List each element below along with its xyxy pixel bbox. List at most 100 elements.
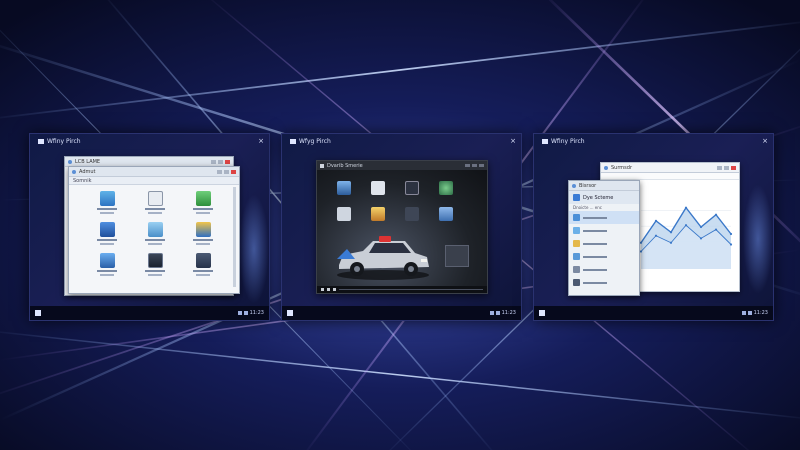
window-titlebar[interactable]: Dvarib Smerie: [317, 161, 487, 170]
media-grid: [337, 181, 453, 221]
desktop-icon: [290, 139, 296, 144]
network-icon[interactable]: [489, 311, 494, 315]
next-icon[interactable]: [333, 288, 336, 291]
start-icon[interactable]: [35, 310, 41, 316]
file-item[interactable]: [85, 191, 129, 214]
maximize-icon[interactable]: [224, 169, 229, 174]
doc-blue-icon[interactable]: [439, 207, 453, 221]
window-controls: [717, 165, 736, 170]
app-icon: [604, 165, 608, 170]
side-panel-window[interactable]: Bisrsor Dye Scteme Dnoicte ... enc: [568, 180, 640, 296]
film-icon[interactable]: [405, 181, 419, 195]
list-item[interactable]: [569, 211, 639, 224]
media-controls: [317, 286, 487, 293]
display-icon: [147, 253, 163, 268]
desktop-1-title: Wfiny Pirch: [38, 138, 81, 145]
media-window[interactable]: Dvarib Smerie: [316, 160, 488, 294]
minimize-icon[interactable]: [217, 169, 222, 174]
globe-icon[interactable]: [439, 181, 453, 195]
system-tray: 11:23: [237, 310, 264, 316]
maximize-icon[interactable]: [724, 165, 729, 170]
close-icon[interactable]: ×: [258, 137, 264, 145]
file-item[interactable]: [85, 253, 129, 276]
file-item[interactable]: [181, 253, 225, 276]
file-item[interactable]: [181, 222, 225, 245]
media-file-icon[interactable]: [405, 207, 419, 221]
minimize-icon[interactable]: [211, 159, 216, 164]
toolbar: Somnik: [69, 177, 239, 185]
start-icon[interactable]: [287, 310, 293, 316]
window-titlebar[interactable]: Admut: [69, 167, 239, 177]
media-thumbnail[interactable]: [445, 245, 469, 267]
explorer-window-front[interactable]: Admut Somnik: [68, 166, 240, 294]
network-icon[interactable]: [741, 311, 746, 315]
file-item[interactable]: [181, 191, 225, 214]
window-titlebar[interactable]: Surmsdr: [601, 163, 739, 173]
taskbar: 11:23: [534, 306, 773, 320]
close-icon[interactable]: [479, 164, 484, 167]
monitor-icon: [573, 253, 580, 260]
network-icon[interactable]: [237, 311, 242, 315]
photo-icon[interactable]: [371, 207, 385, 221]
close-icon[interactable]: ×: [762, 137, 768, 145]
minimize-icon[interactable]: [465, 164, 470, 167]
chart-point: [654, 234, 658, 237]
list-item[interactable]: [569, 237, 639, 250]
close-icon[interactable]: [225, 159, 230, 164]
notes-icon[interactable]: [337, 207, 351, 221]
network-icon: [573, 227, 580, 234]
desktop-thumbnail-3[interactable]: Wfiny Pirch × Surmsdr Bisrsor Dye Scteme…: [533, 133, 774, 321]
file-grid: [85, 191, 225, 276]
volume-icon[interactable]: [747, 311, 752, 315]
chart-point: [714, 228, 718, 231]
app-icon: [68, 159, 72, 164]
list-item[interactable]: [569, 224, 639, 237]
taskbar: 11:23: [282, 306, 521, 320]
window-controls: [217, 169, 236, 174]
tray-clock[interactable]: 11:23: [502, 310, 516, 316]
document-icon[interactable]: [371, 181, 385, 195]
start-icon[interactable]: [539, 310, 545, 316]
file-item[interactable]: [133, 253, 177, 276]
volume-icon[interactable]: [243, 311, 248, 315]
close-icon[interactable]: [731, 165, 736, 170]
user-icon: [573, 194, 580, 201]
close-icon[interactable]: [231, 169, 236, 174]
app-icon: [320, 163, 324, 168]
landscape-icon[interactable]: [337, 181, 351, 195]
settings-file-icon: [147, 222, 163, 237]
window-titlebar[interactable]: Bisrsor: [569, 181, 639, 191]
maximize-icon[interactable]: [218, 159, 223, 164]
chart-point: [714, 213, 718, 216]
desktop-2-title: Wfyg Pirch: [290, 138, 331, 145]
list-item[interactable]: [569, 276, 639, 289]
chart-point: [684, 224, 688, 227]
address-bar[interactable]: [601, 173, 739, 180]
tray-clock[interactable]: 11:23: [754, 310, 768, 316]
file-item[interactable]: [133, 222, 177, 245]
tray-clock[interactable]: 11:23: [250, 310, 264, 316]
light-glow: [743, 184, 773, 294]
pause-icon[interactable]: [327, 288, 330, 291]
car-illustration: [337, 236, 429, 280]
list-item[interactable]: [569, 250, 639, 263]
taskbar: 11:23: [30, 306, 269, 320]
list-item[interactable]: [569, 263, 639, 276]
desktop-thumbnail-1[interactable]: Wfiny Pirch × LCB LAME Admut Somnik 11:2…: [29, 133, 270, 321]
close-icon[interactable]: ×: [510, 137, 516, 145]
folder-icon: [72, 169, 76, 174]
play-icon[interactable]: [321, 288, 324, 291]
desktop-thumbnail-2[interactable]: Wfyg Pirch × Dvarib Smerie 11:23: [281, 133, 522, 321]
desktop-3-title: Wfiny Pirch: [542, 138, 585, 145]
maximize-icon[interactable]: [472, 164, 477, 167]
system-tray: 11:23: [489, 310, 516, 316]
minimize-icon[interactable]: [717, 165, 722, 170]
file-item[interactable]: [85, 222, 129, 245]
volume-icon[interactable]: [495, 311, 500, 315]
file-item[interactable]: [133, 191, 177, 214]
scrollbar[interactable]: [233, 187, 236, 287]
chart-point: [699, 237, 703, 240]
document-icon: [99, 191, 115, 206]
progress-track[interactable]: [339, 289, 483, 290]
drive-icon: [195, 253, 211, 268]
